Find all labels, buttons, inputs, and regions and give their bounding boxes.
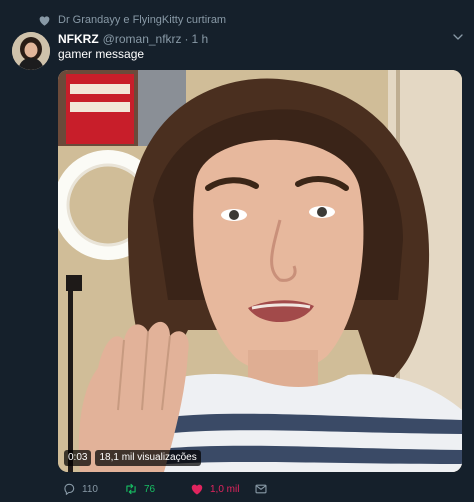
like-button[interactable]: 1,0 mil	[190, 482, 239, 496]
social-context-text: Dr Grandayy e FlyingKitty curtiram	[58, 14, 227, 26]
retweet-icon	[124, 482, 138, 496]
heart-filled-icon	[190, 482, 204, 496]
like-count: 1,0 mil	[210, 483, 240, 495]
video-frame	[58, 70, 462, 472]
separator-dot: ·	[184, 32, 189, 46]
video-views-badge: 18,1 mil visualizações	[95, 450, 201, 466]
video-duration-badge: 0:03	[64, 450, 92, 466]
timestamp[interactable]: 1 h	[192, 32, 209, 46]
retweet-button[interactable]: 76	[124, 482, 155, 496]
chevron-down-icon[interactable]	[450, 29, 466, 45]
envelope-icon	[254, 482, 268, 496]
author-handle[interactable]: @roman_nfkrz	[103, 32, 182, 46]
tweet-text: gamer message	[58, 47, 145, 61]
direct-message-button[interactable]	[254, 482, 268, 496]
tweet-actions: 110 76 1,0 mil	[58, 482, 474, 500]
social-context: Dr Grandayy e FlyingKitty curtiram	[38, 12, 226, 28]
heart-icon	[38, 14, 51, 27]
video-badges: 0:03 18,1 mil visualizações	[64, 450, 201, 466]
reply-button[interactable]: 110	[62, 482, 98, 496]
reply-count: 110	[82, 483, 98, 495]
avatar[interactable]	[12, 32, 50, 70]
tweet-header: NFKRZ @roman_nfkrz · 1 h	[58, 31, 450, 47]
author-name[interactable]: NFKRZ	[58, 32, 99, 46]
video-player[interactable]: 0:03 18,1 mil visualizações	[58, 70, 462, 472]
reply-icon	[62, 482, 76, 496]
retweet-count: 76	[144, 483, 156, 495]
tweet[interactable]: Dr Grandayy e FlyingKitty curtiram NFKRZ…	[0, 0, 474, 502]
